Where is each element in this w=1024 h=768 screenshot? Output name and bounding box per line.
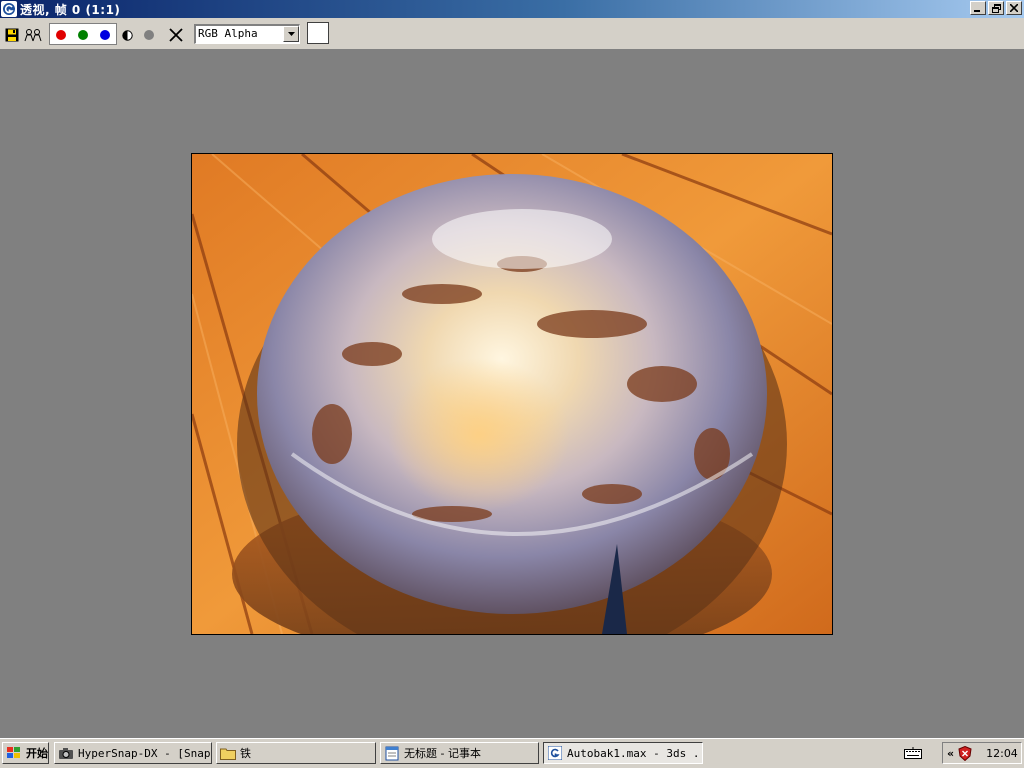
restore-icon	[991, 3, 1001, 13]
show-hidden-icons-chevron-icon[interactable]: «	[947, 747, 954, 760]
alpha-channel-button[interactable]	[139, 25, 159, 45]
taskbar-item-3dsmax[interactable]: Autobak1.max - 3ds ...	[543, 742, 703, 764]
system-tray: « 12:04	[942, 742, 1022, 764]
red-channel-button[interactable]	[51, 25, 71, 45]
display-channel-select[interactable]: RGB Alpha	[194, 24, 300, 44]
clone-window-button[interactable]	[23, 25, 43, 45]
window-title: 透视, 帧 0 (1:1)	[20, 2, 121, 17]
close-icon	[1010, 4, 1018, 12]
notepad-icon	[384, 745, 400, 761]
green-channel-button[interactable]	[73, 25, 93, 45]
start-button[interactable]: 开始	[2, 742, 49, 764]
taskbar-item-notepad[interactable]: 无标题 - 记事本	[380, 742, 539, 764]
start-label: 开始	[26, 747, 48, 760]
windows-logo-icon	[6, 745, 22, 761]
chrome-sphere-render	[192, 154, 832, 634]
taskbar-item-label: HyperSnap-DX - [Snap7]	[78, 746, 212, 760]
chevron-down-icon[interactable]	[283, 26, 299, 42]
taskbar-item-label: Autobak1.max - 3ds ...	[567, 746, 703, 760]
clear-button[interactable]	[166, 25, 186, 45]
restore-button[interactable]	[988, 1, 1004, 15]
clock[interactable]: 12:04	[986, 747, 1018, 760]
rendered-image	[191, 153, 833, 635]
clone-window-icon	[24, 29, 42, 42]
minimize-icon	[974, 10, 980, 12]
folder-icon	[220, 745, 236, 761]
blue-dot-icon	[100, 30, 110, 40]
clear-x-icon	[169, 28, 183, 42]
color-swatch[interactable]	[307, 22, 329, 44]
close-button[interactable]	[1006, 1, 1022, 15]
green-dot-icon	[78, 30, 88, 40]
taskbar-item-label: 铁	[240, 747, 251, 760]
taskbar-item-folder[interactable]: 铁	[216, 742, 376, 764]
floppy-disk-icon	[5, 28, 19, 42]
taskbar-item-hypersnap[interactable]: HyperSnap-DX - [Snap7]	[54, 742, 212, 764]
red-dot-icon	[56, 30, 66, 40]
minimize-button[interactable]	[970, 1, 986, 15]
keyboard-icon[interactable]	[904, 747, 924, 761]
3dsmax-icon	[547, 745, 563, 761]
monochrome-icon	[121, 29, 133, 41]
display-channel-value: RGB Alpha	[198, 27, 258, 40]
alpha-dot-icon	[144, 30, 154, 40]
hypersnap-icon	[58, 745, 74, 761]
blue-channel-button[interactable]	[95, 25, 115, 45]
taskbar: 开始 HyperSnap-DX - [Snap7] 铁 无标题 - 记事本 Au…	[0, 738, 1024, 768]
security-shield-icon[interactable]	[958, 745, 972, 761]
title-bar[interactable]: 透视, 帧 0 (1:1)	[0, 0, 1024, 18]
3dsmax-icon	[1, 1, 17, 17]
taskbar-item-label: 无标题 - 记事本	[404, 747, 481, 760]
save-button[interactable]	[2, 25, 22, 45]
monochrome-button[interactable]	[117, 25, 137, 45]
render-toolbar: RGB Alpha	[0, 18, 1024, 50]
